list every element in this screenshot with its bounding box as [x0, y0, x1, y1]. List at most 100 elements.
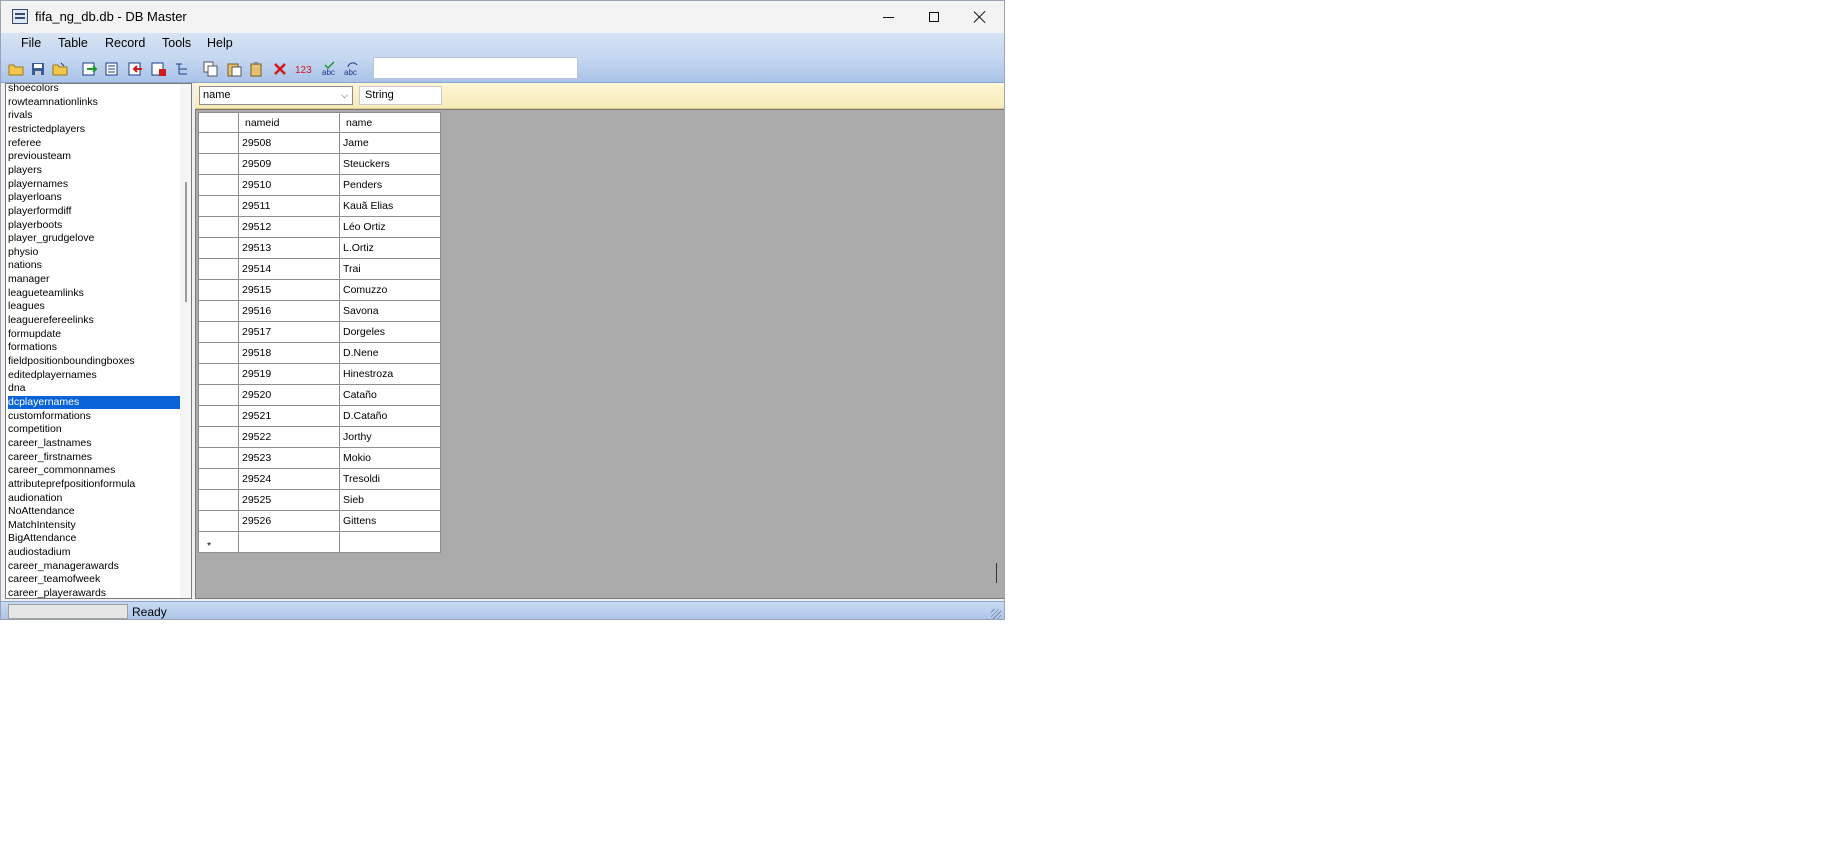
- row-header[interactable]: [198, 363, 239, 385]
- table-list-item[interactable]: playerloans: [8, 191, 62, 204]
- cell-name[interactable]: Penders: [339, 174, 441, 196]
- table-list-item[interactable]: attributeprefpositionformula: [8, 478, 135, 491]
- row-header[interactable]: [198, 489, 239, 511]
- table-list-item[interactable]: career_managerawards: [8, 560, 119, 573]
- row-header[interactable]: [198, 279, 239, 301]
- table-list-item[interactable]: nations: [8, 259, 42, 272]
- cell-name[interactable]: Tresoldi: [339, 468, 441, 490]
- cell-name[interactable]: Comuzzo: [339, 279, 441, 301]
- cell-name[interactable]: Kauã Elias: [339, 195, 441, 217]
- table-list-item[interactable]: referee: [8, 137, 41, 150]
- table-list-item[interactable]: playerboots: [8, 219, 62, 232]
- replace-text-button[interactable]: abc: [344, 60, 362, 78]
- minimize-button[interactable]: [865, 1, 911, 33]
- cell-name[interactable]: D.Nene: [339, 342, 441, 364]
- row-header[interactable]: [198, 468, 239, 490]
- table-list-item[interactable]: dcplayernames: [8, 395, 180, 409]
- table-list-item[interactable]: career_lastnames: [8, 437, 91, 450]
- open-folder-button[interactable]: [7, 60, 25, 78]
- grid-scroll-thumb[interactable]: [996, 563, 997, 583]
- table-row[interactable]: 29523 Mokio: [198, 447, 441, 469]
- table-list-item[interactable]: playerformdiff: [8, 205, 71, 218]
- cell-nameid[interactable]: 29511: [238, 195, 340, 217]
- menu-tools[interactable]: Tools: [162, 36, 191, 50]
- table-row[interactable]: 29524 Tresoldi: [198, 468, 441, 490]
- grid-scrollbar[interactable]: [990, 110, 1004, 598]
- table-row[interactable]: 29508 Jame: [198, 132, 441, 154]
- cell-name[interactable]: Cataño: [339, 384, 441, 406]
- table-row[interactable]: 29509 Steuckers: [198, 153, 441, 175]
- field-select[interactable]: name ⌵: [199, 86, 353, 105]
- row-header[interactable]: [198, 342, 239, 364]
- new-record-row[interactable]: *: [198, 531, 441, 553]
- table-list-item[interactable]: fieldpositionboundingboxes: [8, 355, 135, 368]
- row-header[interactable]: [198, 405, 239, 427]
- copy-button[interactable]: [202, 60, 220, 78]
- table-row[interactable]: 29518 D.Nene: [198, 342, 441, 364]
- cell-nameid[interactable]: 29520: [238, 384, 340, 406]
- import-table-button[interactable]: [81, 60, 99, 78]
- table-row[interactable]: 29514 Trai: [198, 258, 441, 280]
- paste-button[interactable]: [225, 60, 243, 78]
- table-list-item[interactable]: shoecolors: [8, 84, 59, 95]
- cell-nameid[interactable]: 29519: [238, 363, 340, 385]
- table-list-item[interactable]: competition: [8, 423, 62, 436]
- row-header[interactable]: [198, 426, 239, 448]
- row-header[interactable]: [198, 321, 239, 343]
- table-list-item[interactable]: editedplayernames: [8, 369, 97, 382]
- table-list-item[interactable]: previousteam: [8, 150, 71, 163]
- table-row[interactable]: 29526 Gittens: [198, 510, 441, 532]
- cell-name[interactable]: Jame: [339, 132, 441, 154]
- cell-name[interactable]: Jorthy: [339, 426, 441, 448]
- cell-name[interactable]: Hinestroza: [339, 363, 441, 385]
- cell-name[interactable]: Mokio: [339, 447, 441, 469]
- table-list-item[interactable]: leagues: [8, 300, 45, 313]
- cell-name[interactable]: Trai: [339, 258, 441, 280]
- cell-nameid[interactable]: 29525: [238, 489, 340, 511]
- table-list-item[interactable]: customformations: [8, 410, 91, 423]
- cell-nameid[interactable]: 29523: [238, 447, 340, 469]
- table-list-item[interactable]: career_teamofweek: [8, 573, 100, 586]
- export-table-button[interactable]: [104, 60, 122, 78]
- cell-nameid[interactable]: 29526: [238, 510, 340, 532]
- open-file-button[interactable]: [51, 60, 69, 78]
- toolbar-search-input[interactable]: [373, 57, 578, 79]
- cell-nameid[interactable]: 29512: [238, 216, 340, 238]
- save-button[interactable]: [29, 60, 47, 78]
- table-list-scroll-thumb[interactable]: [185, 182, 187, 302]
- number-button[interactable]: 123: [294, 60, 314, 78]
- new-row-cell[interactable]: [339, 531, 441, 553]
- table-row[interactable]: 29522 Jorthy: [198, 426, 441, 448]
- cell-nameid[interactable]: 29524: [238, 468, 340, 490]
- table-list-item[interactable]: leagueteamlinks: [8, 287, 84, 300]
- column-header-nameid[interactable]: nameid: [238, 112, 340, 133]
- row-header[interactable]: [198, 300, 239, 322]
- cell-nameid[interactable]: 29513: [238, 237, 340, 259]
- row-header[interactable]: [198, 447, 239, 469]
- table-list-item[interactable]: rowteamnationlinks: [8, 96, 98, 109]
- table-row[interactable]: 29510 Penders: [198, 174, 441, 196]
- cell-nameid[interactable]: 29518: [238, 342, 340, 364]
- table-list-item[interactable]: restrictedplayers: [8, 123, 85, 136]
- table-list-item[interactable]: BigAttendance: [8, 532, 76, 545]
- cell-nameid[interactable]: 29509: [238, 153, 340, 175]
- cell-nameid[interactable]: 29517: [238, 321, 340, 343]
- cell-nameid[interactable]: 29514: [238, 258, 340, 280]
- table-list-item[interactable]: audiostadium: [8, 546, 70, 559]
- cell-nameid[interactable]: 29510: [238, 174, 340, 196]
- row-header[interactable]: [198, 510, 239, 532]
- grid-corner-cell[interactable]: [198, 112, 239, 133]
- table-list-item[interactable]: career_firstnames: [8, 451, 92, 464]
- cell-name[interactable]: Sieb: [339, 489, 441, 511]
- delete-record-button[interactable]: [150, 60, 168, 78]
- row-header[interactable]: [198, 384, 239, 406]
- table-list-item[interactable]: formupdate: [8, 328, 61, 341]
- delete-button[interactable]: [271, 60, 289, 78]
- table-list-item[interactable]: NoAttendance: [8, 505, 75, 518]
- cell-name[interactable]: Léo Ortiz: [339, 216, 441, 238]
- menu-record[interactable]: Record: [105, 36, 145, 50]
- table-row[interactable]: 29516 Savona: [198, 300, 441, 322]
- cell-nameid[interactable]: 29521: [238, 405, 340, 427]
- cell-nameid[interactable]: 29508: [238, 132, 340, 154]
- cell-name[interactable]: D.Cataño: [339, 405, 441, 427]
